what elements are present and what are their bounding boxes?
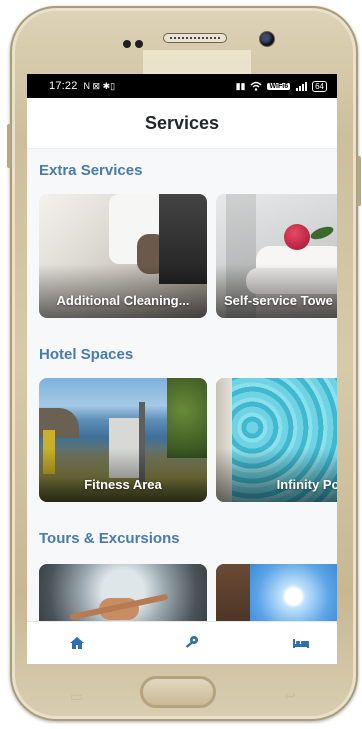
wifi6-badge: WiFi6 bbox=[267, 82, 291, 90]
sensor-area bbox=[143, 50, 251, 76]
earpiece-speaker bbox=[163, 33, 227, 43]
bed-icon[interactable] bbox=[291, 633, 311, 653]
home-button[interactable] bbox=[140, 676, 216, 708]
back-key[interactable]: ↩ bbox=[284, 688, 296, 705]
card-label: Self-service Towe bbox=[224, 293, 333, 308]
volume-button bbox=[7, 124, 11, 168]
page-title: Services bbox=[144, 112, 220, 133]
service-card-fitness-area[interactable]: Fitness Area bbox=[39, 378, 207, 502]
card-label: Additional Cleaning... bbox=[56, 293, 190, 308]
card-overlay bbox=[39, 448, 207, 502]
power-button bbox=[357, 156, 361, 206]
service-card-self-service-towels[interactable]: Self-service Towe bbox=[216, 194, 337, 318]
battery-icon: 64 bbox=[312, 80, 327, 92]
sensor-dots bbox=[123, 35, 149, 48]
key-icon[interactable] bbox=[181, 633, 201, 653]
service-card-infinity-pool[interactable]: Infinity Pool bbox=[216, 378, 337, 502]
section-title-tours-excursions: Tours & Excursions bbox=[39, 530, 180, 547]
notification-icons: N ⊠ ✱▯ bbox=[83, 80, 116, 91]
home-icon[interactable] bbox=[67, 633, 87, 653]
wifi-icon bbox=[250, 81, 262, 91]
signal-icon bbox=[296, 82, 308, 91]
bottom-nav bbox=[27, 621, 337, 664]
app-header: Services bbox=[27, 98, 337, 149]
vibrate-icon: ▮▮ bbox=[235, 80, 246, 91]
recent-apps-key[interactable]: ▭ bbox=[70, 688, 83, 705]
section-title-extra-services: Extra Services bbox=[39, 162, 143, 179]
card-label: Infinity Pool bbox=[276, 477, 337, 492]
card-overlay bbox=[216, 448, 337, 502]
front-camera bbox=[259, 31, 275, 47]
card-overlay bbox=[216, 264, 337, 318]
section-title-hotel-spaces: Hotel Spaces bbox=[39, 346, 134, 363]
card-label: Fitness Area bbox=[84, 477, 162, 492]
status-right-icons: ▮▮ WiFi6 64 bbox=[235, 80, 327, 92]
status-time: 17:22 bbox=[49, 80, 78, 92]
app-screen: 17:22 N ⊠ ✱▯ ▮▮ WiFi6 64 Services Extra … bbox=[27, 74, 337, 664]
card-overlay bbox=[39, 264, 207, 318]
service-card-additional-cleaning[interactable]: Additional Cleaning... bbox=[39, 194, 207, 318]
status-bar: 17:22 N ⊠ ✱▯ ▮▮ WiFi6 64 bbox=[27, 74, 337, 98]
